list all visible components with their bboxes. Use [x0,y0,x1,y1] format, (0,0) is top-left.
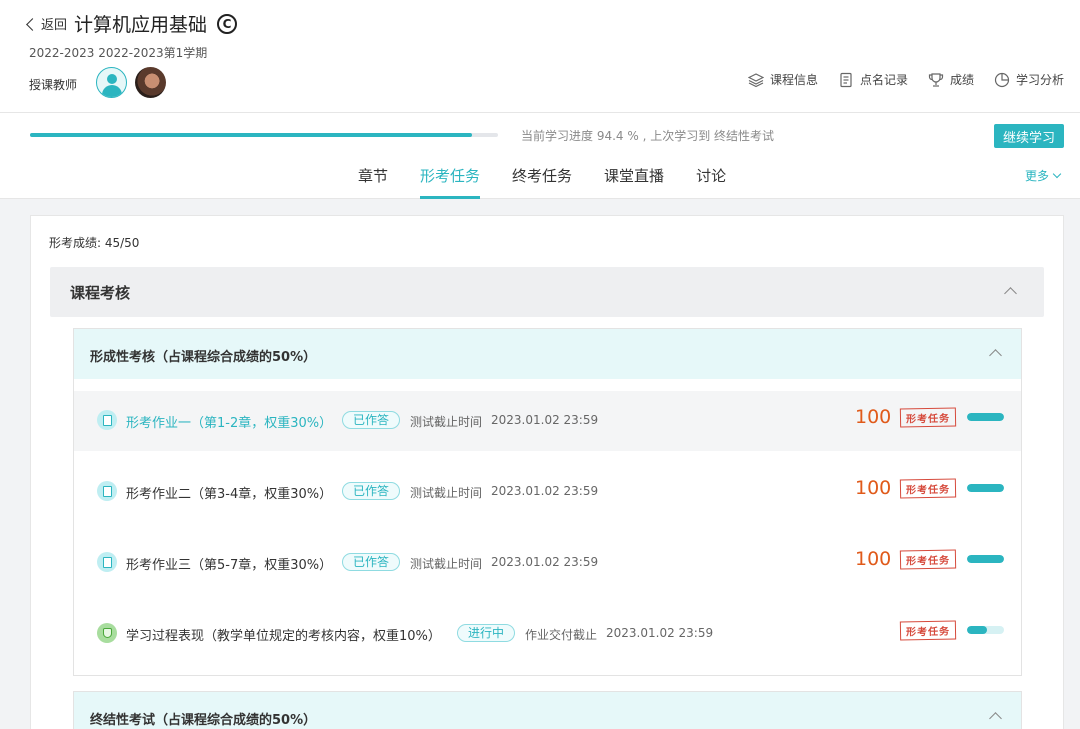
continue-learning-button[interactable]: 继续学习 [994,124,1064,148]
item-progress-bar [967,626,1004,634]
teacher-avatar-default[interactable] [96,67,127,98]
list-item[interactable]: 形考作业一（第1-2章，权重30%） 已作答 测试截止时间 2023.01.02… [74,391,1021,451]
progress-and-tabs: 当前学习进度 94.4 % , 上次学习到 终结性考试 继续学习 章节 形考任务… [0,113,1080,199]
course-info-link[interactable]: 课程信息 [747,71,818,88]
item-points: 100 [855,477,892,499]
item-points: 100 [855,406,892,428]
pie-chart-icon [994,72,1010,87]
item-progress-fill [967,484,1004,492]
back-label: 返回 [41,18,68,33]
formative-assessment-block: 形成性考核（占课程综合成绩的50%） 形考作业一（第1-2章，权重30%） 已作… [73,328,1022,676]
formative-assessment-header[interactable]: 形成性考核（占课程综合成绩的50%） [74,329,1021,379]
item-progress-fill [967,413,1004,421]
status-badge: 进行中 [457,624,516,642]
grades-label: 成绩 [949,73,974,87]
status-badge: 已作答 [342,482,401,500]
summative-exam-title: 终结性考试（占课程综合成绩的50%） [90,713,317,728]
chevron-up-icon[interactable] [1004,287,1017,300]
status-badge: 已作答 [342,411,401,429]
deadline-label: 作业交付截止 [525,628,598,642]
copyright-icon: C [217,13,238,34]
teacher-label: 授课教师 [29,78,78,92]
learning-progress-fill [30,133,472,137]
assignment-icon [97,552,117,572]
course-title-row: 计算机应用基础 C [74,10,238,37]
tab-chapters[interactable]: 章节 [342,165,404,199]
course-tabs: 章节 形考任务 终考任务 课堂直播 讨论 [342,165,742,199]
back-button[interactable]: 返回 [26,14,68,33]
attendance-link[interactable]: 点名记录 [838,71,908,88]
deadline-label: 测试截止时间 [410,557,483,571]
course-title: 计算机应用基础 [74,14,208,36]
item-title[interactable]: 形考作业三（第5-7章，权重30%） [126,554,332,573]
item-progress-fill [967,555,1004,563]
item-progress-fill [967,626,988,634]
formative-task-stamp: 形考任务 [899,549,957,570]
deadline-label: 测试截止时间 [410,415,483,429]
deadline-value: 2023.01.02 23:59 [491,413,599,427]
avatar-body-shape [102,85,122,97]
assignment-icon [97,410,117,430]
list-item[interactable]: 形考作业三（第5-7章，权重30%） 已作答 测试截止时间 2023.01.02… [74,533,1021,593]
course-info-label: 课程信息 [769,73,818,87]
term-label: 2022-2023 2022-2023第1学期 [29,46,208,60]
attendance-label: 点名记录 [859,73,908,87]
summative-exam-header[interactable]: 终结性考试（占课程综合成绩的50%） [73,691,1022,729]
list-item[interactable]: 形考作业二（第3-4章，权重30%） 已作答 测试截止时间 2023.01.02… [74,462,1021,522]
list-item[interactable]: 学习过程表现（教学单位规定的考核内容，权重10%） 进行中 作业交付截止 202… [74,604,1021,664]
more-label: 更多 [1025,169,1050,183]
tab-formative-tasks[interactable]: 形考任务 [404,165,496,199]
item-title[interactable]: 形考作业一（第1-2章，权重30%） [126,412,332,431]
course-assessment-title: 课程考核 [70,284,131,302]
more-dropdown[interactable]: 更多 [1025,167,1062,184]
teacher-avatar-photo[interactable] [135,67,166,98]
chevron-up-icon[interactable] [989,349,1002,362]
formative-assessment-title: 形成性考核（占课程综合成绩的50%） [90,350,317,365]
course-links: 课程信息 点名记录 成绩 学习分析 [728,71,1064,88]
deadline-value: 2023.01.02 23:59 [491,555,599,569]
item-title[interactable]: 学习过程表现（教学单位规定的考核内容，权重10%） [126,625,441,644]
item-progress-bar [967,555,1004,563]
formative-task-stamp: 形考任务 [899,620,957,641]
course-assessment-header[interactable]: 课程考核 [50,267,1044,317]
course-header: 返回 计算机应用基础 C 2022-2023 2022-2023第1学期 授课教… [0,0,1080,113]
document-icon [840,72,852,87]
chevron-left-icon [26,17,39,31]
progress-text: 当前学习进度 94.4 % , 上次学习到 终结性考试 [521,129,775,143]
formative-task-stamp: 形考任务 [899,407,957,428]
grades-link[interactable]: 成绩 [928,71,974,88]
formative-task-stamp: 形考任务 [899,478,957,499]
medal-icon [97,623,117,643]
formative-score: 形考成绩: 45/50 [49,236,140,250]
deadline-value: 2023.01.02 23:59 [606,626,714,640]
learning-progress-bar [30,133,498,137]
tab-final-tasks[interactable]: 终考任务 [496,165,588,199]
item-progress-bar [967,484,1004,492]
chevron-down-icon [1052,169,1062,179]
status-badge: 已作答 [342,553,401,571]
deadline-value: 2023.01.02 23:59 [491,484,599,498]
item-progress-bar [967,413,1004,421]
deadline-label: 测试截止时间 [410,486,483,500]
learning-analysis-label: 学习分析 [1015,73,1064,87]
assignment-icon [97,481,117,501]
chevron-up-icon[interactable] [989,712,1002,725]
tab-discussion[interactable]: 讨论 [680,165,742,199]
tab-live-class[interactable]: 课堂直播 [588,165,680,199]
item-title[interactable]: 形考作业二（第3-4章，权重30%） [126,483,332,502]
assessment-panel: 形考成绩: 45/50 课程考核 形成性考核（占课程综合成绩的50%） 形考作业… [30,215,1064,729]
trophy-icon [928,72,944,87]
layers-icon [747,72,764,87]
item-points: 100 [855,548,892,570]
avatar-head-shape [107,74,117,84]
learning-analysis-link[interactable]: 学习分析 [994,71,1064,88]
